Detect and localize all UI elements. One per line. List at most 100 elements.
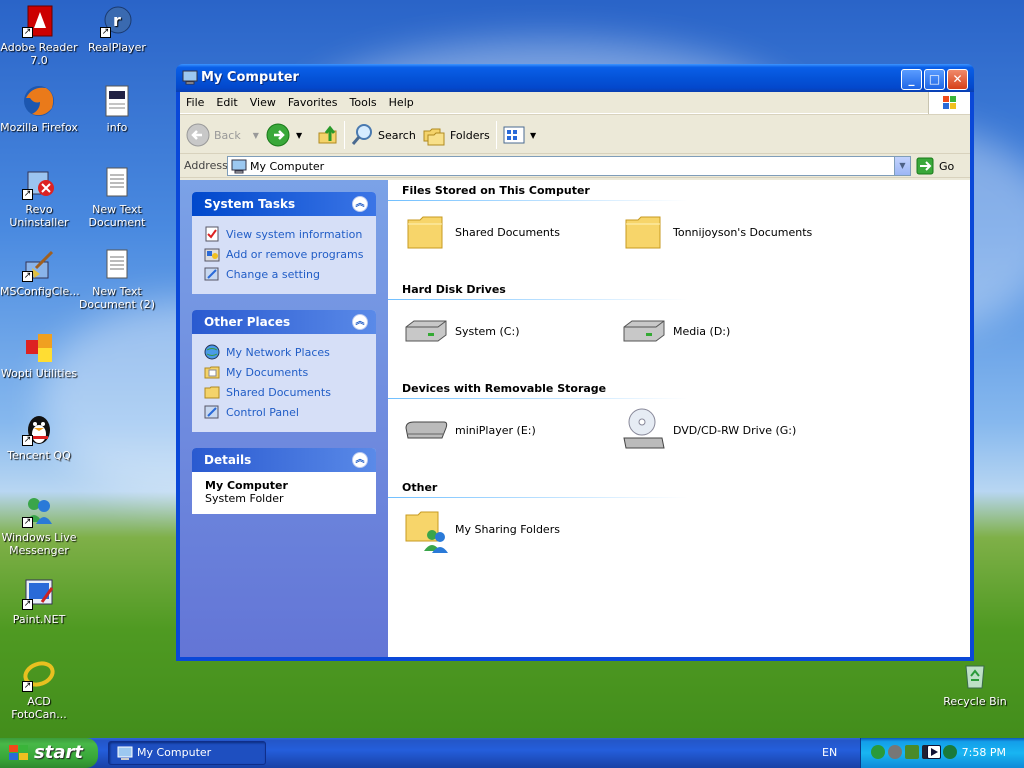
desktop-icon-info[interactable]: info: [78, 84, 156, 134]
window-titlebar[interactable]: My Computer _ □ ✕: [176, 64, 974, 92]
group-header-files: Files Stored on This Computer: [402, 184, 590, 197]
desktop-icon-label: New Text Document: [88, 203, 146, 229]
search-icon: [351, 124, 372, 145]
desktop-icon-acd[interactable]: ↗ ACD FotoCan...: [0, 658, 78, 721]
group-divider: [388, 398, 688, 399]
penguin-icon: ↗: [22, 412, 56, 446]
desktop-icon-msconfig[interactable]: ↗ MSConfigCle...: [0, 248, 80, 298]
collapse-chevron-icon[interactable]: ︽: [352, 196, 368, 212]
address-input[interactable]: My Computer ▼: [227, 156, 911, 176]
go-button[interactable]: Go: [916, 157, 954, 175]
tray-play-icon[interactable]: [927, 745, 941, 759]
menu-help[interactable]: Help: [383, 92, 420, 109]
desktop-icon-label: Tencent QQ: [7, 449, 71, 462]
drive-c-item[interactable]: System (C:): [402, 307, 520, 355]
address-dropdown-icon[interactable]: ▼: [894, 157, 910, 175]
start-button[interactable]: start: [0, 738, 98, 768]
collapse-chevron-icon[interactable]: ︽: [352, 452, 368, 468]
drive-d-item[interactable]: Media (D:): [620, 307, 730, 355]
broom-icon: ↗: [22, 248, 56, 282]
wopti-icon: [22, 330, 56, 364]
system-info-icon: [205, 226, 219, 242]
up-folder-button[interactable]: [316, 122, 344, 148]
adobe-reader-icon: ↗: [22, 4, 56, 38]
tray-app-icon[interactable]: [905, 745, 919, 759]
desktop-icon-qq[interactable]: ↗ Tencent QQ: [0, 412, 78, 462]
desktop-icon-label: Adobe Reader 7.0: [0, 41, 78, 67]
system-tasks-header[interactable]: System Tasks ︽: [192, 192, 376, 216]
shared-documents-item[interactable]: Shared Documents: [402, 208, 560, 256]
taskbar-item-label: My Computer: [137, 746, 212, 759]
menu-favorites[interactable]: Favorites: [282, 92, 344, 109]
user-documents-item[interactable]: Tonnijoyson's Documents: [620, 208, 812, 256]
desktop-icon-messenger[interactable]: ↗ Windows Live Messenger: [0, 494, 78, 557]
views-dropdown-icon[interactable]: ▼: [530, 131, 536, 140]
system-tasks-panel: System Tasks ︽ View system information A…: [192, 192, 376, 294]
other-places-header[interactable]: Other Places ︽: [192, 310, 376, 334]
my-network-places-link[interactable]: My Network Places: [204, 342, 366, 362]
views-icon: [503, 126, 525, 144]
views-button[interactable]: ▼: [502, 122, 536, 148]
tray-app-icon[interactable]: [888, 745, 902, 759]
tray-network-icon[interactable]: [943, 745, 957, 759]
desktop-icon-firefox[interactable]: Mozilla Firefox: [0, 84, 78, 134]
desktop-icon-wopti[interactable]: Wopti Utilities: [0, 330, 78, 380]
change-setting-link[interactable]: Change a setting: [204, 264, 366, 284]
collapse-chevron-icon[interactable]: ︽: [352, 314, 368, 330]
dvd-drive-icon: [623, 408, 665, 449]
item-label: Tonnijoyson's Documents: [673, 225, 813, 239]
address-bar: Address My Computer ▼ Go: [180, 154, 970, 178]
control-panel-icon: [204, 405, 219, 419]
details-header[interactable]: Details ︽: [192, 448, 376, 472]
place-label: My Documents: [226, 365, 309, 379]
folder-icon: [204, 386, 220, 399]
menu-file[interactable]: File: [180, 92, 210, 109]
desktop-icon-paintnet[interactable]: ↗ Paint.NET: [0, 576, 78, 626]
forward-dropdown-icon[interactable]: ▼: [296, 131, 302, 140]
shared-documents-link[interactable]: Shared Documents: [204, 382, 366, 402]
maximize-button[interactable]: □: [924, 69, 945, 90]
desktop-icon-label: New Text Document (2): [78, 285, 156, 311]
desktop-icon-adobe-reader[interactable]: ↗ Adobe Reader 7.0: [0, 4, 78, 67]
menu-view[interactable]: View: [244, 92, 282, 109]
search-button[interactable]: Search: [350, 122, 416, 148]
text-file-icon: [100, 166, 134, 200]
minimize-button[interactable]: _: [901, 69, 922, 90]
my-documents-icon: [204, 366, 220, 379]
computer-icon: [117, 746, 133, 760]
close-button[interactable]: ✕: [947, 69, 968, 90]
other-places-panel: Other Places ︽ My Network Places My Docu…: [192, 310, 376, 432]
view-system-information-link[interactable]: View system information: [204, 224, 366, 244]
task-label: Add or remove programs: [226, 247, 364, 261]
folders-button[interactable]: Folders: [422, 122, 490, 148]
control-panel-link[interactable]: Control Panel: [204, 402, 366, 422]
desktop-icon-new-text-document[interactable]: New Text Document: [78, 166, 156, 229]
language-indicator[interactable]: EN: [822, 746, 837, 759]
taskbar-item-my-computer[interactable]: My Computer: [108, 741, 266, 765]
text-file-icon: [100, 248, 134, 282]
drive-e-item[interactable]: miniPlayer (E:): [402, 406, 536, 454]
clock[interactable]: 7:58 PM: [962, 746, 1006, 759]
document-icon: [100, 84, 134, 118]
forward-arrow-icon: [266, 123, 290, 147]
desktop-icon-new-text-document-2[interactable]: New Text Document (2): [78, 248, 156, 311]
forward-button[interactable]: ▼: [266, 122, 302, 148]
item-label: Shared Documents: [455, 225, 560, 239]
details-name: My Computer: [205, 479, 288, 492]
back-dropdown-icon[interactable]: ▼: [253, 131, 259, 140]
folders-label: Folders: [450, 128, 490, 142]
desktop-icon-label: Windows Live Messenger: [1, 531, 77, 557]
desktop-icon-revo[interactable]: ↗ Revo Uninstaller: [0, 166, 78, 229]
my-documents-link[interactable]: My Documents: [204, 362, 366, 382]
add-remove-programs-link[interactable]: Add or remove programs: [204, 244, 366, 264]
desktop-icon-recycle-bin[interactable]: Recycle Bin: [936, 658, 1014, 708]
menu-edit[interactable]: Edit: [210, 92, 243, 109]
back-button[interactable]: Back ▼: [186, 122, 259, 148]
desktop-icon-realplayer[interactable]: r ↗ RealPlayer: [78, 4, 156, 54]
system-tray: 7:58 PM: [860, 738, 1024, 768]
my-sharing-folders-item[interactable]: My Sharing Folders: [402, 505, 560, 553]
drive-g-item[interactable]: DVD/CD-RW Drive (G:): [620, 406, 796, 454]
menu-tools[interactable]: Tools: [344, 92, 383, 109]
start-label: start: [34, 742, 83, 763]
tray-app-icon[interactable]: [871, 745, 885, 759]
